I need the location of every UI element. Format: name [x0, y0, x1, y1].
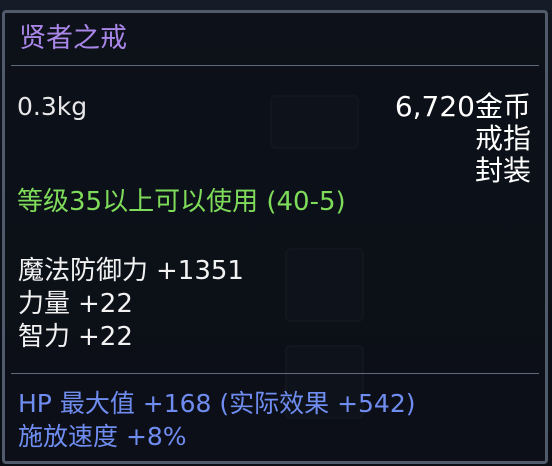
divider [11, 373, 539, 374]
stat-label: 魔法防御力 [18, 256, 149, 286]
stat-row: 魔法防御力 +1351 [18, 258, 244, 284]
stat-label: 智力 [18, 322, 71, 352]
stat-value: +22 [78, 289, 133, 319]
divider [11, 65, 539, 66]
top-bar [0, 0, 552, 10]
item-tooltip: 贤者之戒 0.3kg 6,720金币 戒指 封装 等级35以上可以使用 (40-… [2, 10, 548, 464]
stat-value: +22 [78, 322, 133, 352]
item-name: 贤者之戒 [19, 23, 127, 54]
stat-row: 智力 +22 [18, 324, 133, 350]
item-type: 戒指 [474, 122, 531, 155]
effect-line: 施放速度 +8% [18, 422, 187, 451]
item-info-right: 6,720金币 戒指 封装 [395, 91, 531, 187]
item-bind-status: 封装 [474, 154, 531, 187]
stat-row: 力量 +22 [18, 291, 133, 317]
effect-line: HP 最大值 +168 (实际效果 +542) [18, 389, 416, 418]
level-requirement: 等级35以上可以使用 (40-5) [17, 187, 346, 217]
item-price: 6,720金币 [394, 90, 531, 123]
stat-label: 力量 [18, 289, 71, 319]
item-weight: 0.3kg [17, 92, 88, 121]
stat-value: +1351 [156, 256, 244, 286]
